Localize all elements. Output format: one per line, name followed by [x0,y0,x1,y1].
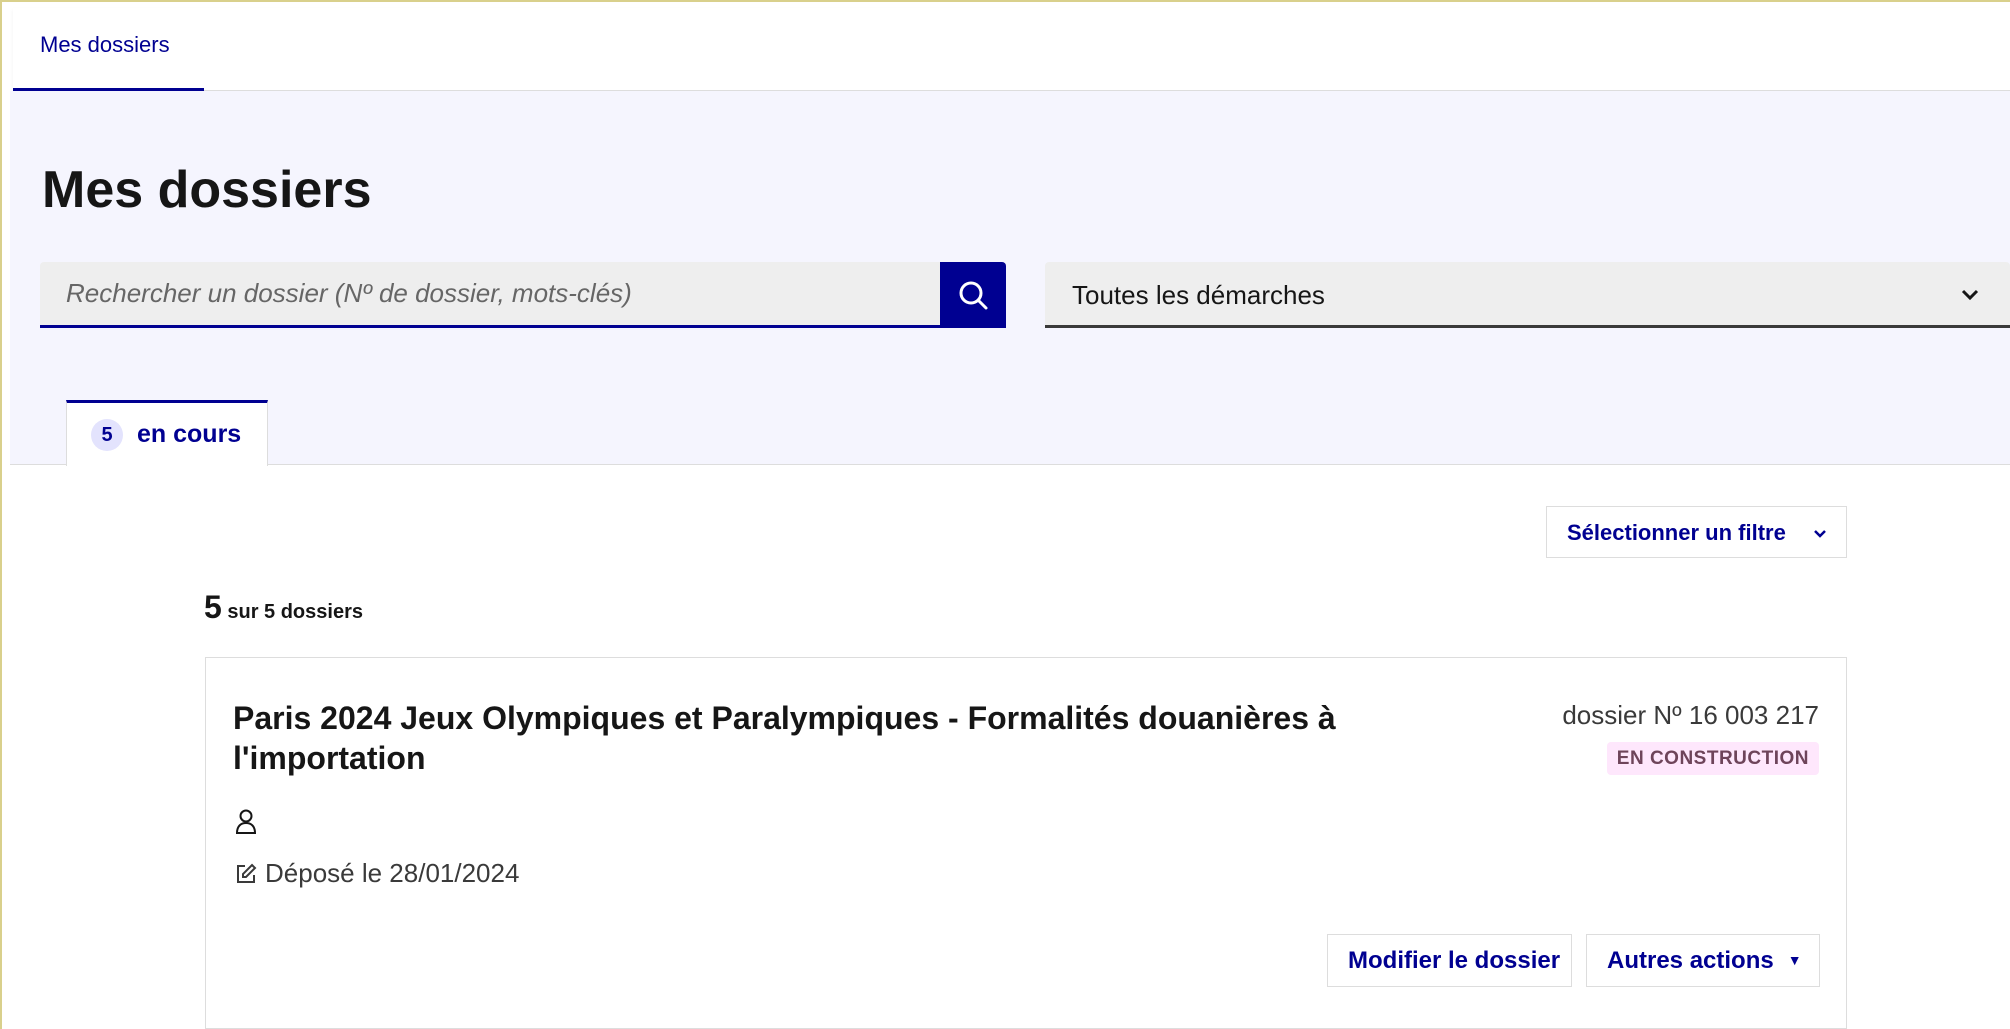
procedure-select[interactable]: Toutes les démarches [1045,262,2010,328]
results-count-text: sur 5 dossiers [227,601,363,623]
other-actions-label: Autres actions [1607,947,1774,974]
deposit-date: Déposé le 28/01/2024 [235,858,519,889]
user-icon [235,809,257,834]
search-icon [959,281,988,310]
results-count-number: 5 [204,589,222,625]
results-count: 5 sur 5 dossiers [204,589,363,626]
deposit-date-text: Déposé le 28/01/2024 [265,858,520,888]
procedure-select-value: Toutes les démarches [1072,280,1325,310]
tab-en-cours[interactable]: 5 en cours [66,400,268,466]
status-badge: EN CONSTRUCTION [1606,742,1819,775]
search-input[interactable] [40,262,940,328]
dossier-title[interactable]: Paris 2024 Jeux Olympiques et Paralympiq… [233,698,1373,778]
other-actions-button[interactable]: Autres actions ▼ [1586,934,1820,987]
nav-item-mes-dossiers[interactable]: Mes dossiers [13,8,204,91]
dossier-card: Paris 2024 Jeux Olympiques et Paralympiq… [205,657,1847,1029]
select-filter-button[interactable]: Sélectionner un filtre [1546,506,1847,558]
page-title: Mes dossiers [42,161,372,219]
dossier-number: dossier Nº 16 003 217 [1562,700,1819,730]
filter-button-label: Sélectionner un filtre [1567,520,1786,545]
chevron-down-icon [1814,530,1826,538]
chevron-down-icon [1961,289,1979,301]
caret-down-icon: ▼ [1787,952,1802,968]
search-bar [40,262,1006,328]
modify-dossier-button[interactable]: Modifier le dossier [1327,934,1572,987]
search-button[interactable] [940,262,1006,328]
top-navigation: Mes dossiers [13,8,2010,91]
edit-box-icon [237,863,257,883]
tab-count-badge: 5 [91,419,123,451]
tab-label: en cours [137,420,242,448]
tabs-divider [10,464,2010,465]
